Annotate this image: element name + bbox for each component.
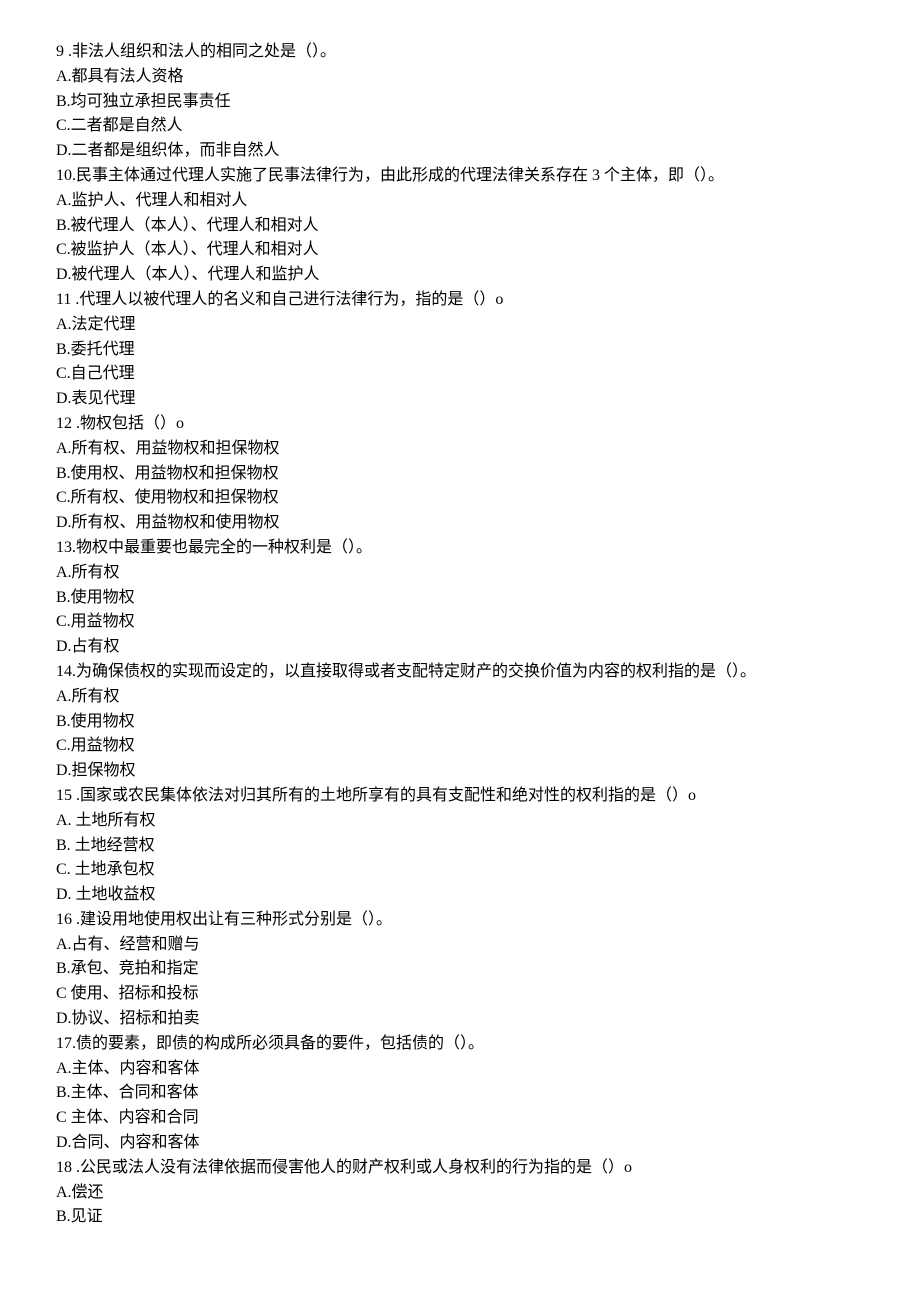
question-option: B.均可独立承担民事责任	[56, 90, 864, 115]
question-stem: 11 .代理人以被代理人的名义和自己进行法律行为，指的是（）o	[56, 288, 864, 313]
question-option: B. 土地经营权	[56, 834, 864, 859]
question-option: A.监护人、代理人和相对人	[56, 189, 864, 214]
question-option: D.二者都是组织体，而非自然人	[56, 139, 864, 164]
question-stem: 16 .建设用地使用权出让有三种形式分别是（）。	[56, 908, 864, 933]
question-option: C 主体、内容和合同	[56, 1106, 864, 1131]
question-option: C 使用、招标和投标	[56, 982, 864, 1007]
question-option: D.被代理人（本人）、代理人和监护人	[56, 263, 864, 288]
question-option: A. 土地所有权	[56, 809, 864, 834]
question-stem: 15 .国家或农民集体依法对归其所有的土地所享有的具有支配性和绝对性的权利指的是…	[56, 784, 864, 809]
question-option: C.用益物权	[56, 610, 864, 635]
question-option: C.被监护人（本人）、代理人和相对人	[56, 238, 864, 263]
question-option: C.二者都是自然人	[56, 114, 864, 139]
question-option: D. 土地收益权	[56, 883, 864, 908]
question-option: A.所有权	[56, 685, 864, 710]
question-stem: 18 .公民或法人没有法律依据而侵害他人的财产权利或人身权利的行为指的是（）o	[56, 1156, 864, 1181]
question-option: D.协议、招标和拍卖	[56, 1007, 864, 1032]
question-option: C.自己代理	[56, 362, 864, 387]
question-stem: 14.为确保债权的实现而设定的，以直接取得或者支配特定财产的交换价值为内容的权利…	[56, 660, 864, 685]
question-option: A.主体、内容和客体	[56, 1057, 864, 1082]
question-option: A.占有、经营和赠与	[56, 933, 864, 958]
question-option: D.担保物权	[56, 759, 864, 784]
question-stem: 13.物权中最重要也最完全的一种权利是（）。	[56, 536, 864, 561]
document-body: 9 .非法人组织和法人的相同之处是（）。A.都具有法人资格B.均可独立承担民事责…	[56, 40, 864, 1230]
question-option: B.见证	[56, 1205, 864, 1230]
question-stem: 12 .物权包括（）o	[56, 412, 864, 437]
question-option: B.主体、合同和客体	[56, 1081, 864, 1106]
question-option: B.被代理人（本人）、代理人和相对人	[56, 214, 864, 239]
question-option: A.法定代理	[56, 313, 864, 338]
question-option: C.用益物权	[56, 734, 864, 759]
question-option: A.偿还	[56, 1181, 864, 1206]
question-option: A.所有权、用益物权和担保物权	[56, 437, 864, 462]
question-stem: 9 .非法人组织和法人的相同之处是（）。	[56, 40, 864, 65]
question-option: C.所有权、使用物权和担保物权	[56, 486, 864, 511]
question-option: D.所有权、用益物权和使用物权	[56, 511, 864, 536]
question-option: D.占有权	[56, 635, 864, 660]
question-option: B.使用物权	[56, 710, 864, 735]
question-stem: 10.民事主体通过代理人实施了民事法律行为，由此形成的代理法律关系存在 3 个主…	[56, 164, 864, 189]
question-option: A.所有权	[56, 561, 864, 586]
question-option: B.承包、竞拍和指定	[56, 957, 864, 982]
question-option: A.都具有法人资格	[56, 65, 864, 90]
question-option: B.委托代理	[56, 338, 864, 363]
question-option: B.使用权、用益物权和担保物权	[56, 462, 864, 487]
question-stem: 17.债的要素，即债的构成所必须具备的要件，包括债的（）。	[56, 1032, 864, 1057]
question-option: D.合同、内容和客体	[56, 1131, 864, 1156]
question-option: C. 土地承包权	[56, 858, 864, 883]
question-option: D.表见代理	[56, 387, 864, 412]
question-option: B.使用物权	[56, 586, 864, 611]
